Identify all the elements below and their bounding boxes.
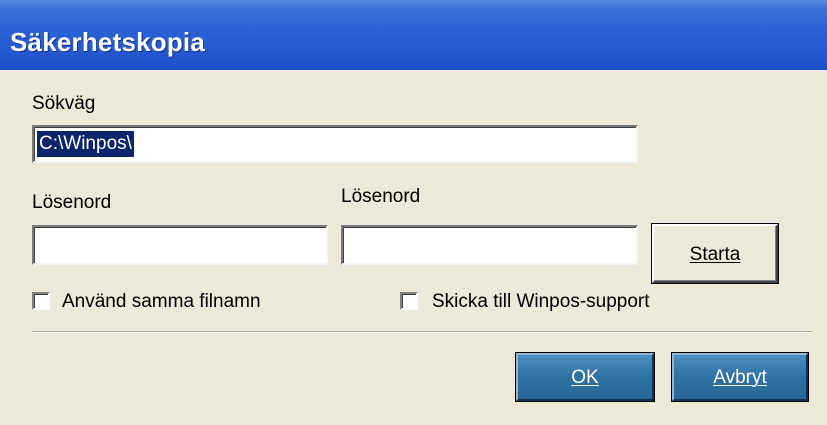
same-filename-label[interactable]: Använd samma filnamn — [62, 291, 261, 313]
ok-button[interactable]: OK — [516, 353, 654, 401]
send-support-label[interactable]: Skicka till Winpos-support — [432, 291, 650, 313]
dialog-title: Säkerhetskopia — [10, 27, 206, 57]
password-field-2[interactable] — [341, 225, 638, 265]
password-label-2: Lösenord — [341, 186, 421, 207]
path-input[interactable]: C:\Winpos\ — [32, 125, 638, 163]
path-label: Sökväg — [32, 93, 96, 114]
ok-button-label: OK — [571, 367, 599, 388]
title-bar[interactable]: Säkerhetskopia — [0, 0, 827, 70]
backup-dialog: Säkerhetskopia Sökväg C:\Winpos\ Lösenor… — [0, 0, 827, 425]
cancel-button-label: Avbryt — [713, 367, 767, 388]
same-filename-checkbox[interactable] — [32, 292, 50, 310]
start-button[interactable]: Starta — [652, 224, 778, 283]
cancel-button[interactable]: Avbryt — [672, 353, 808, 401]
password-label-1: Lösenord — [32, 192, 112, 213]
send-support-checkbox[interactable] — [400, 292, 418, 310]
start-button-label: Starta — [689, 244, 741, 265]
password-field-1[interactable] — [32, 225, 328, 265]
path-input-value: C:\Winpos\ — [37, 131, 134, 157]
separator — [32, 331, 812, 333]
